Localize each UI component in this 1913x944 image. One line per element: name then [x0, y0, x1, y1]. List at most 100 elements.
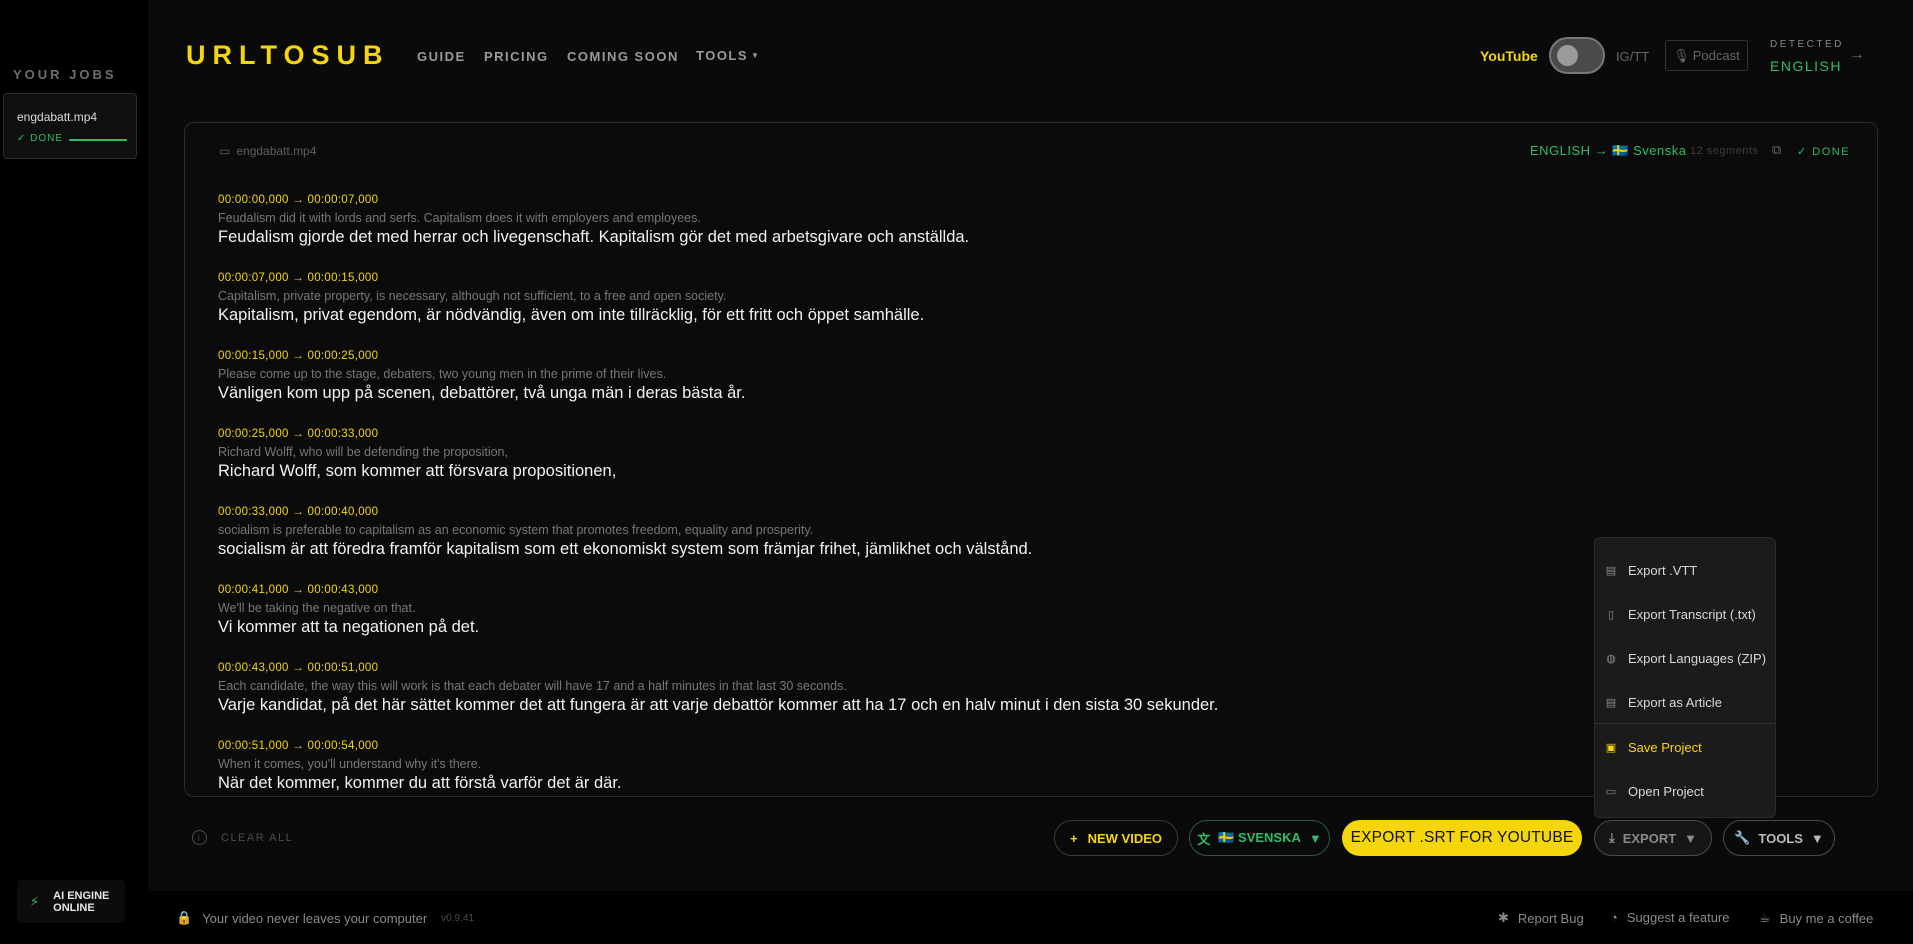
export-languages-item[interactable]: ◍ Export Languages (ZIP)	[1595, 640, 1775, 676]
language-label: 🇸🇪 SVENSKA	[1218, 830, 1301, 845]
segment-count: 12 segments	[1690, 145, 1759, 157]
job-progress-bar	[69, 139, 127, 141]
segment-target[interactable]: Varje kandidat, på det här sättet kommer…	[218, 696, 1718, 715]
segment-target[interactable]: Vänligen kom upp på scenen, debattörer, …	[218, 384, 1718, 403]
segment-target[interactable]: Kapitalism, privat egendom, är nödvändig…	[218, 306, 1718, 325]
export-button[interactable]: ⤓ EXPORT ▼	[1594, 820, 1712, 856]
segment-target[interactable]: Vi kommer att ta negationen på det.	[218, 618, 1718, 637]
segment-time: 00:00:07,000 → 00:00:15,000	[218, 272, 379, 284]
segment[interactable]: 00:00:00,000 → 00:00:07,000 Feudalism di…	[218, 194, 1718, 247]
segment-target[interactable]: När det kommer, kommer du att förstå var…	[218, 774, 1718, 793]
info-icon: i	[192, 830, 207, 845]
copy-icon[interactable]: ⧉	[1772, 142, 1781, 158]
menu-item-label: Export .VTT	[1628, 562, 1698, 578]
segment[interactable]: 00:00:41,000 → 00:00:43,000 We'll be tak…	[218, 584, 1718, 637]
sidebar: YOUR JOBS engdabatt.mp4 ✓ DONE ⚡ AI ENGI…	[0, 0, 148, 944]
logo[interactable]: URLTOSUB	[186, 40, 390, 71]
engine-status: ⚡ AI ENGINE ONLINE	[17, 880, 125, 923]
segment-target[interactable]: socialism är att föredra framför kapital…	[218, 540, 1718, 559]
nav-guide[interactable]: GUIDE	[417, 49, 466, 64]
segment[interactable]: 00:00:33,000 → 00:00:40,000 socialism is…	[218, 506, 1718, 559]
download-icon: ⤓	[1608, 830, 1615, 845]
segment-time: 00:00:33,000 → 00:00:40,000	[218, 506, 379, 518]
segment-time: 00:00:43,000 → 00:00:51,000	[218, 662, 379, 674]
segment-target[interactable]: Feudalism gjorde det med herrar och live…	[218, 228, 1718, 247]
coffee-icon: ☕	[1759, 910, 1771, 925]
mic-icon: 🎙	[1673, 47, 1690, 63]
segment-source: Richard Wolff, who will be defending the…	[218, 445, 508, 459]
segment-time: 00:00:25,000 → 00:00:33,000	[218, 428, 379, 440]
document-icon: ▯	[1607, 608, 1615, 621]
globe-icon: ◍	[1606, 652, 1616, 665]
open-project-item[interactable]: ▭ Open Project	[1595, 773, 1775, 809]
segment[interactable]: 00:00:43,000 → 00:00:51,000 Each candida…	[218, 662, 1718, 715]
translate-icon: 文	[1197, 831, 1211, 847]
nav-pricing[interactable]: PRICING	[484, 49, 549, 64]
menu-item-label: Export Languages (ZIP)	[1628, 650, 1767, 666]
buy-coffee-link[interactable]: ☕ Buy me a coffee	[1759, 910, 1873, 926]
export-vtt-item[interactable]: ▤ Export .VTT	[1595, 552, 1775, 588]
segment-source: Each candidate, the way this will work i…	[218, 679, 847, 693]
toggle-label-igtt[interactable]: IG/TT	[1616, 49, 1649, 64]
sidebar-title: YOUR JOBS	[13, 67, 117, 82]
segment-source: Capitalism, private property, is necessa…	[218, 289, 727, 303]
new-video-button[interactable]: + NEW VIDEO	[1054, 820, 1178, 856]
segment-time: 00:00:41,000 → 00:00:43,000	[218, 584, 379, 596]
nav-tools[interactable]: TOOLS ▼	[696, 48, 760, 63]
segment-source: Feudalism did it with lords and serfs. C…	[218, 211, 701, 225]
report-bug-link[interactable]: ✱ Report Bug	[1498, 910, 1584, 926]
export-transcript-item[interactable]: ▯ Export Transcript (.txt)	[1595, 596, 1775, 632]
caption-icon: ▤	[1605, 564, 1617, 577]
podcast-button[interactable]: 🎙 Podcast	[1665, 40, 1748, 71]
segment[interactable]: 00:00:15,000 → 00:00:25,000 Please come …	[218, 350, 1718, 403]
language-select[interactable]: 文 🇸🇪 SVENSKA ▼	[1189, 820, 1330, 856]
segment[interactable]: 00:00:07,000 → 00:00:15,000 Capitalism, …	[218, 272, 1718, 325]
toggle-label-youtube[interactable]: YouTube	[1480, 48, 1538, 64]
panel-file: ▭ engdabatt.mp4	[219, 144, 316, 158]
podcast-label: Podcast	[1692, 48, 1740, 63]
article-icon: ▤	[1605, 696, 1617, 709]
source-toggle[interactable]	[1549, 37, 1605, 74]
segment[interactable]: 00:00:51,000 → 00:00:54,000 When it come…	[218, 740, 1718, 793]
bolt-icon: ⚡	[30, 893, 40, 909]
save-project-item[interactable]: ▣ Save Project	[1595, 729, 1775, 765]
clear-all-button[interactable]: i CLEAR ALL	[192, 830, 293, 845]
menu-item-label: Export as Article	[1628, 694, 1722, 710]
language-pair: ENGLISH → 🇸🇪 Svenska	[1530, 143, 1687, 158]
arrow-right-icon[interactable]: →	[1849, 46, 1865, 64]
detected-language: ENGLISH	[1770, 58, 1842, 74]
version: v0.9.41	[441, 912, 474, 924]
job-name: engdabatt.mp4	[17, 110, 98, 124]
chevron-down-icon: ▼	[1810, 830, 1824, 846]
lightbulb-icon: ◔	[1610, 910, 1618, 925]
segment-target[interactable]: Richard Wolff, som kommer att försvara p…	[218, 462, 1718, 481]
export-srt-button[interactable]: EXPORT .SRT FOR YOUTUBE	[1342, 820, 1582, 856]
privacy-text: Your video never leaves your computer	[202, 910, 428, 926]
segment[interactable]: 00:00:25,000 → 00:00:33,000 Richard Wolf…	[218, 428, 1718, 481]
chevron-down-icon: ▼	[1308, 830, 1322, 846]
export-article-item[interactable]: ▤ Export as Article	[1595, 684, 1775, 720]
tools-button[interactable]: 🔧 TOOLS ▼	[1723, 820, 1835, 856]
folder-icon: ▭	[1605, 785, 1617, 798]
tools-label: TOOLS	[1758, 830, 1803, 846]
segment-source: socialism is preferable to capitalism as…	[218, 523, 814, 537]
panel-status: ✓ DONE	[1797, 146, 1851, 158]
wrench-icon: 🔧	[1734, 830, 1751, 845]
suggest-feature-link[interactable]: ◔ Suggest a feature	[1610, 910, 1730, 925]
report-bug-label: Report Bug	[1517, 910, 1584, 926]
job-card[interactable]: engdabatt.mp4 ✓ DONE	[3, 93, 137, 159]
job-status: ✓ DONE	[17, 133, 64, 144]
chevron-down-icon: ▼	[1684, 830, 1698, 846]
buy-coffee-label: Buy me a coffee	[1779, 910, 1874, 926]
menu-item-label: Open Project	[1628, 783, 1704, 799]
new-video-label: NEW VIDEO	[1087, 830, 1162, 846]
menu-item-label: Export Transcript (.txt)	[1628, 606, 1756, 622]
nav-tools-label: TOOLS	[696, 48, 749, 63]
segment-time: 00:00:51,000 → 00:00:54,000	[218, 740, 379, 752]
nav-coming-soon[interactable]: COMING SOON	[567, 49, 679, 64]
segment-time: 00:00:15,000 → 00:00:25,000	[218, 350, 379, 362]
panel-file-name: engdabatt.mp4	[236, 144, 317, 158]
clear-all-label: CLEAR ALL	[221, 831, 294, 844]
plus-icon: +	[1070, 830, 1078, 846]
suggest-feature-label: Suggest a feature	[1626, 910, 1730, 925]
